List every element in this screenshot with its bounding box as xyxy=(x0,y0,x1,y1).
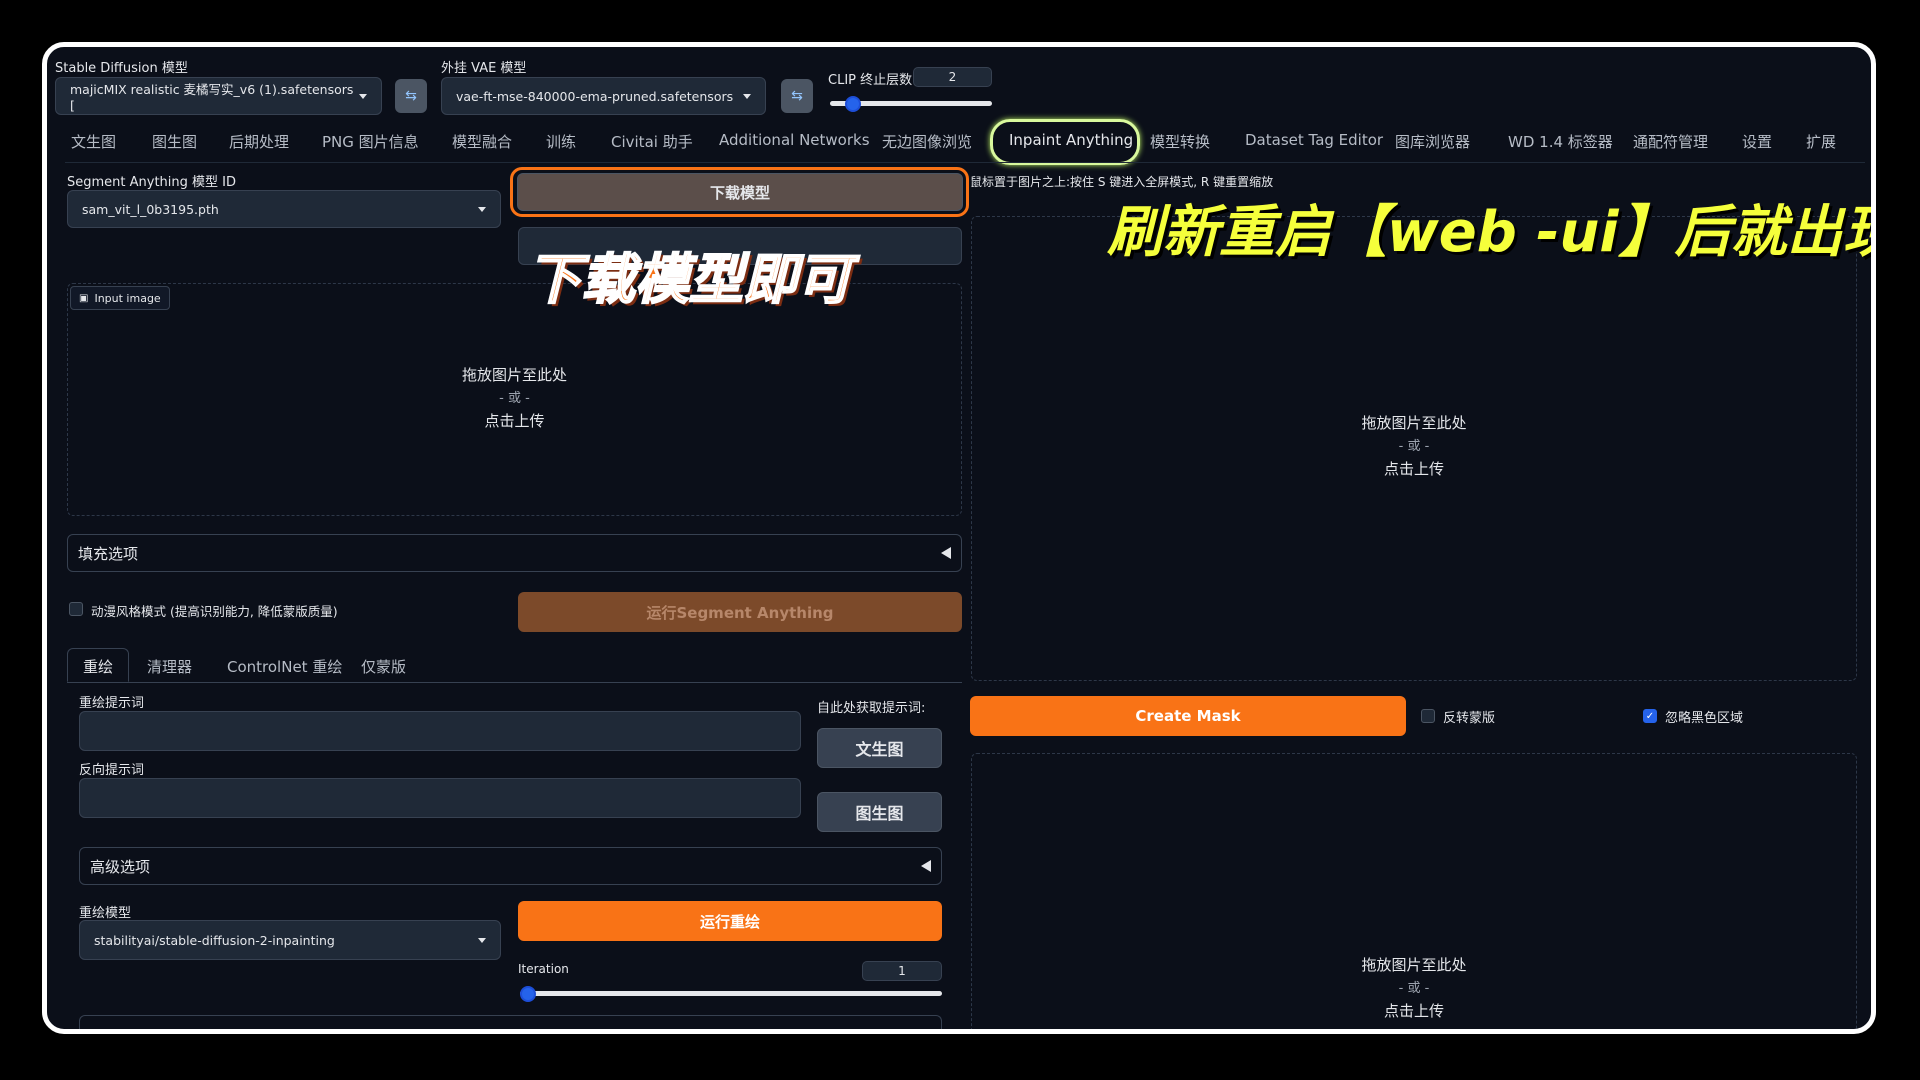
drop-main-text: 拖放图片至此处 xyxy=(1361,414,1467,432)
download-hint-caption: 下载模型即可 xyxy=(526,247,852,312)
inpaint-subtabs: 重绘 清理器 ControlNet 重绘 仅蒙版 xyxy=(67,648,962,683)
negative-prompt-input[interactable] xyxy=(79,778,801,818)
refresh-vae-button[interactable]: ⇆ xyxy=(781,79,813,113)
subtab-cleaner[interactable]: 清理器 xyxy=(147,656,192,677)
tab-settings[interactable]: 设置 xyxy=(1742,131,1772,152)
refresh-hint-caption: 刷新重启【web -ui】后就出现了 xyxy=(1107,200,1876,265)
tab-txt2img[interactable]: 文生图 xyxy=(71,131,116,152)
output-image-dropzone[interactable]: 拖放图片至此处 - 或 - 点击上传 xyxy=(971,216,1857,681)
tab-model-converter[interactable]: 模型转换 xyxy=(1150,131,1210,152)
sam-model-value: sam_vit_l_0b3195.pth xyxy=(82,201,219,217)
tab-img2img[interactable]: 图生图 xyxy=(152,131,197,152)
invert-mask-checkbox[interactable] xyxy=(1421,709,1435,723)
tab-inpaint-anything[interactable]: Inpaint Anything xyxy=(1009,131,1133,149)
tab-image-browser[interactable]: 图库浏览器 xyxy=(1395,131,1470,152)
iteration-slider-thumb[interactable] xyxy=(520,986,536,1002)
tab-wildcards-manager[interactable]: 通配符管理 xyxy=(1633,131,1708,152)
get-prompt-img2img-button[interactable]: 图生图 xyxy=(817,792,942,832)
prompt-input[interactable] xyxy=(79,711,801,751)
vae-dropdown[interactable]: vae-ft-mse-840000-ema-pruned.safetensors xyxy=(441,77,766,115)
input-image-dropzone[interactable]: ▣ Input image 拖放图片至此处 - 或 - 点击上传 xyxy=(67,283,962,516)
advanced-options-accordion[interactable]: 高级选项 xyxy=(79,847,942,885)
clip-label: CLIP 终止层数 xyxy=(828,73,913,88)
create-mask-button[interactable]: Create Mask xyxy=(970,696,1406,736)
check-icon: ✓ xyxy=(1645,710,1655,722)
chevron-down-icon xyxy=(359,93,367,99)
sd-model-dropdown[interactable]: majicMIX realistic 麦橘写实_v6 (1).safetenso… xyxy=(55,77,382,115)
chevron-down-icon xyxy=(743,93,751,99)
input-image-label: Input image xyxy=(94,291,161,305)
vae-value: vae-ft-mse-840000-ema-pruned.safetensors xyxy=(456,88,734,104)
sam-model-dropdown[interactable]: sam_vit_l_0b3195.pth xyxy=(67,190,501,228)
subtab-controlnet-inpaint[interactable]: ControlNet 重绘 xyxy=(227,656,342,677)
dropzone-text: 拖放图片至此处 - 或 - 点击上传 xyxy=(68,364,961,433)
tab-divider xyxy=(65,162,1865,163)
drop-or-text: - 或 - xyxy=(1398,981,1430,996)
collapse-triangle-icon xyxy=(941,547,951,559)
drop-main-text: 拖放图片至此处 xyxy=(461,366,567,384)
inpaint-model-value: stabilityai/stable-diffusion-2-inpaintin… xyxy=(94,932,335,948)
iteration-label: Iteration xyxy=(518,962,569,976)
refresh-sd-model-button[interactable]: ⇆ xyxy=(395,79,427,113)
download-model-button[interactable]: 下载模型 xyxy=(517,173,963,211)
collapse-triangle-icon xyxy=(921,860,931,872)
drop-click-text: 点击上传 xyxy=(1383,1002,1444,1020)
ignore-black-checkbox[interactable]: ✓ xyxy=(1643,709,1657,723)
tab-additional-networks[interactable]: Additional Networks xyxy=(719,131,870,149)
clip-slider-thumb[interactable] xyxy=(844,96,861,112)
image-icon: ▣ xyxy=(79,292,89,304)
app-window: Stable Diffusion 模型 majicMIX realistic 麦… xyxy=(42,42,1876,1034)
chevron-down-icon xyxy=(478,206,486,212)
prompt-label: 重绘提示词 xyxy=(79,696,145,711)
invert-mask-label: 反转蒙版 xyxy=(1443,711,1496,726)
tab-civitai-helper[interactable]: Civitai 助手 xyxy=(611,131,693,152)
drop-main-text: 拖放图片至此处 xyxy=(1361,956,1467,974)
get-prompt-txt2img-button[interactable]: 文生图 xyxy=(817,728,942,768)
run-segment-anything-button[interactable]: 运行Segment Anything xyxy=(518,592,962,632)
main-tabs: 文生图 图生图 后期处理 PNG 图片信息 模型融合 训练 Civitai 助手… xyxy=(47,119,1871,165)
anime-mode-label: 动漫风格模式 (提高识别能力, 降低蒙版质量) xyxy=(91,604,338,619)
drop-click-text: 点击上传 xyxy=(1383,460,1444,478)
negative-prompt-label: 反向提示词 xyxy=(79,763,145,778)
next-accordion-edge xyxy=(79,1015,942,1029)
tab-infinite-image-browsing[interactable]: 无边图像浏览 xyxy=(882,131,972,152)
tab-wd14-tagger[interactable]: WD 1.4 标签器 xyxy=(1508,131,1613,152)
clip-slider[interactable] xyxy=(830,96,992,112)
iteration-slider[interactable] xyxy=(520,986,942,1002)
drop-or-text: - 或 - xyxy=(499,391,530,406)
anime-mode-checkbox[interactable] xyxy=(69,602,83,616)
refresh-icon: ⇆ xyxy=(405,88,417,104)
get-prompt-label: 自此处获取提示词: xyxy=(817,701,926,716)
sam-model-label: Segment Anything 模型 ID xyxy=(67,175,237,190)
drop-or-text: - 或 - xyxy=(1398,439,1430,454)
chevron-down-icon xyxy=(478,937,486,943)
inpaint-model-dropdown[interactable]: stabilityai/stable-diffusion-2-inpaintin… xyxy=(79,920,501,960)
sd-model-label: Stable Diffusion 模型 xyxy=(55,61,188,76)
ignore-black-label: 忽略黑色区域 xyxy=(1665,711,1744,726)
input-image-tag: ▣ Input image xyxy=(70,286,170,310)
run-inpaint-button[interactable]: 运行重绘 xyxy=(518,901,942,941)
tab-checkpoint-merger[interactable]: 模型融合 xyxy=(452,131,512,152)
dropzone-text: 拖放图片至此处 - 或 - 点击上传 xyxy=(972,954,1856,1023)
tab-dataset-tag-editor[interactable]: Dataset Tag Editor xyxy=(1245,131,1383,149)
fill-options-accordion[interactable]: 填充选项 xyxy=(67,534,962,572)
fill-options-label: 填充选项 xyxy=(78,544,139,563)
sd-model-value: majicMIX realistic 麦橘写实_v6 (1).safetenso… xyxy=(70,82,354,113)
advanced-options-label: 高级选项 xyxy=(90,857,151,876)
vae-label: 外挂 VAE 模型 xyxy=(441,61,527,76)
drop-click-text: 点击上传 xyxy=(484,412,545,430)
tab-png-info[interactable]: PNG 图片信息 xyxy=(322,131,419,152)
tab-extensions[interactable]: 扩展 xyxy=(1806,131,1836,152)
tab-train[interactable]: 训练 xyxy=(546,131,576,152)
tab-extras[interactable]: 后期处理 xyxy=(229,131,289,152)
refresh-icon: ⇆ xyxy=(791,88,803,104)
iteration-number-input[interactable]: 1 xyxy=(862,961,942,981)
subtab-mask-only[interactable]: 仅蒙版 xyxy=(361,656,406,677)
inpaint-model-label: 重绘模型 xyxy=(79,906,132,921)
clip-number-input[interactable]: 2 xyxy=(913,67,992,87)
mask-image-dropzone[interactable]: 拖放图片至此处 - 或 - 点击上传 xyxy=(971,753,1857,1029)
dropzone-text: 拖放图片至此处 - 或 - 点击上传 xyxy=(972,412,1856,481)
subtab-inpaint[interactable]: 重绘 xyxy=(83,656,113,677)
